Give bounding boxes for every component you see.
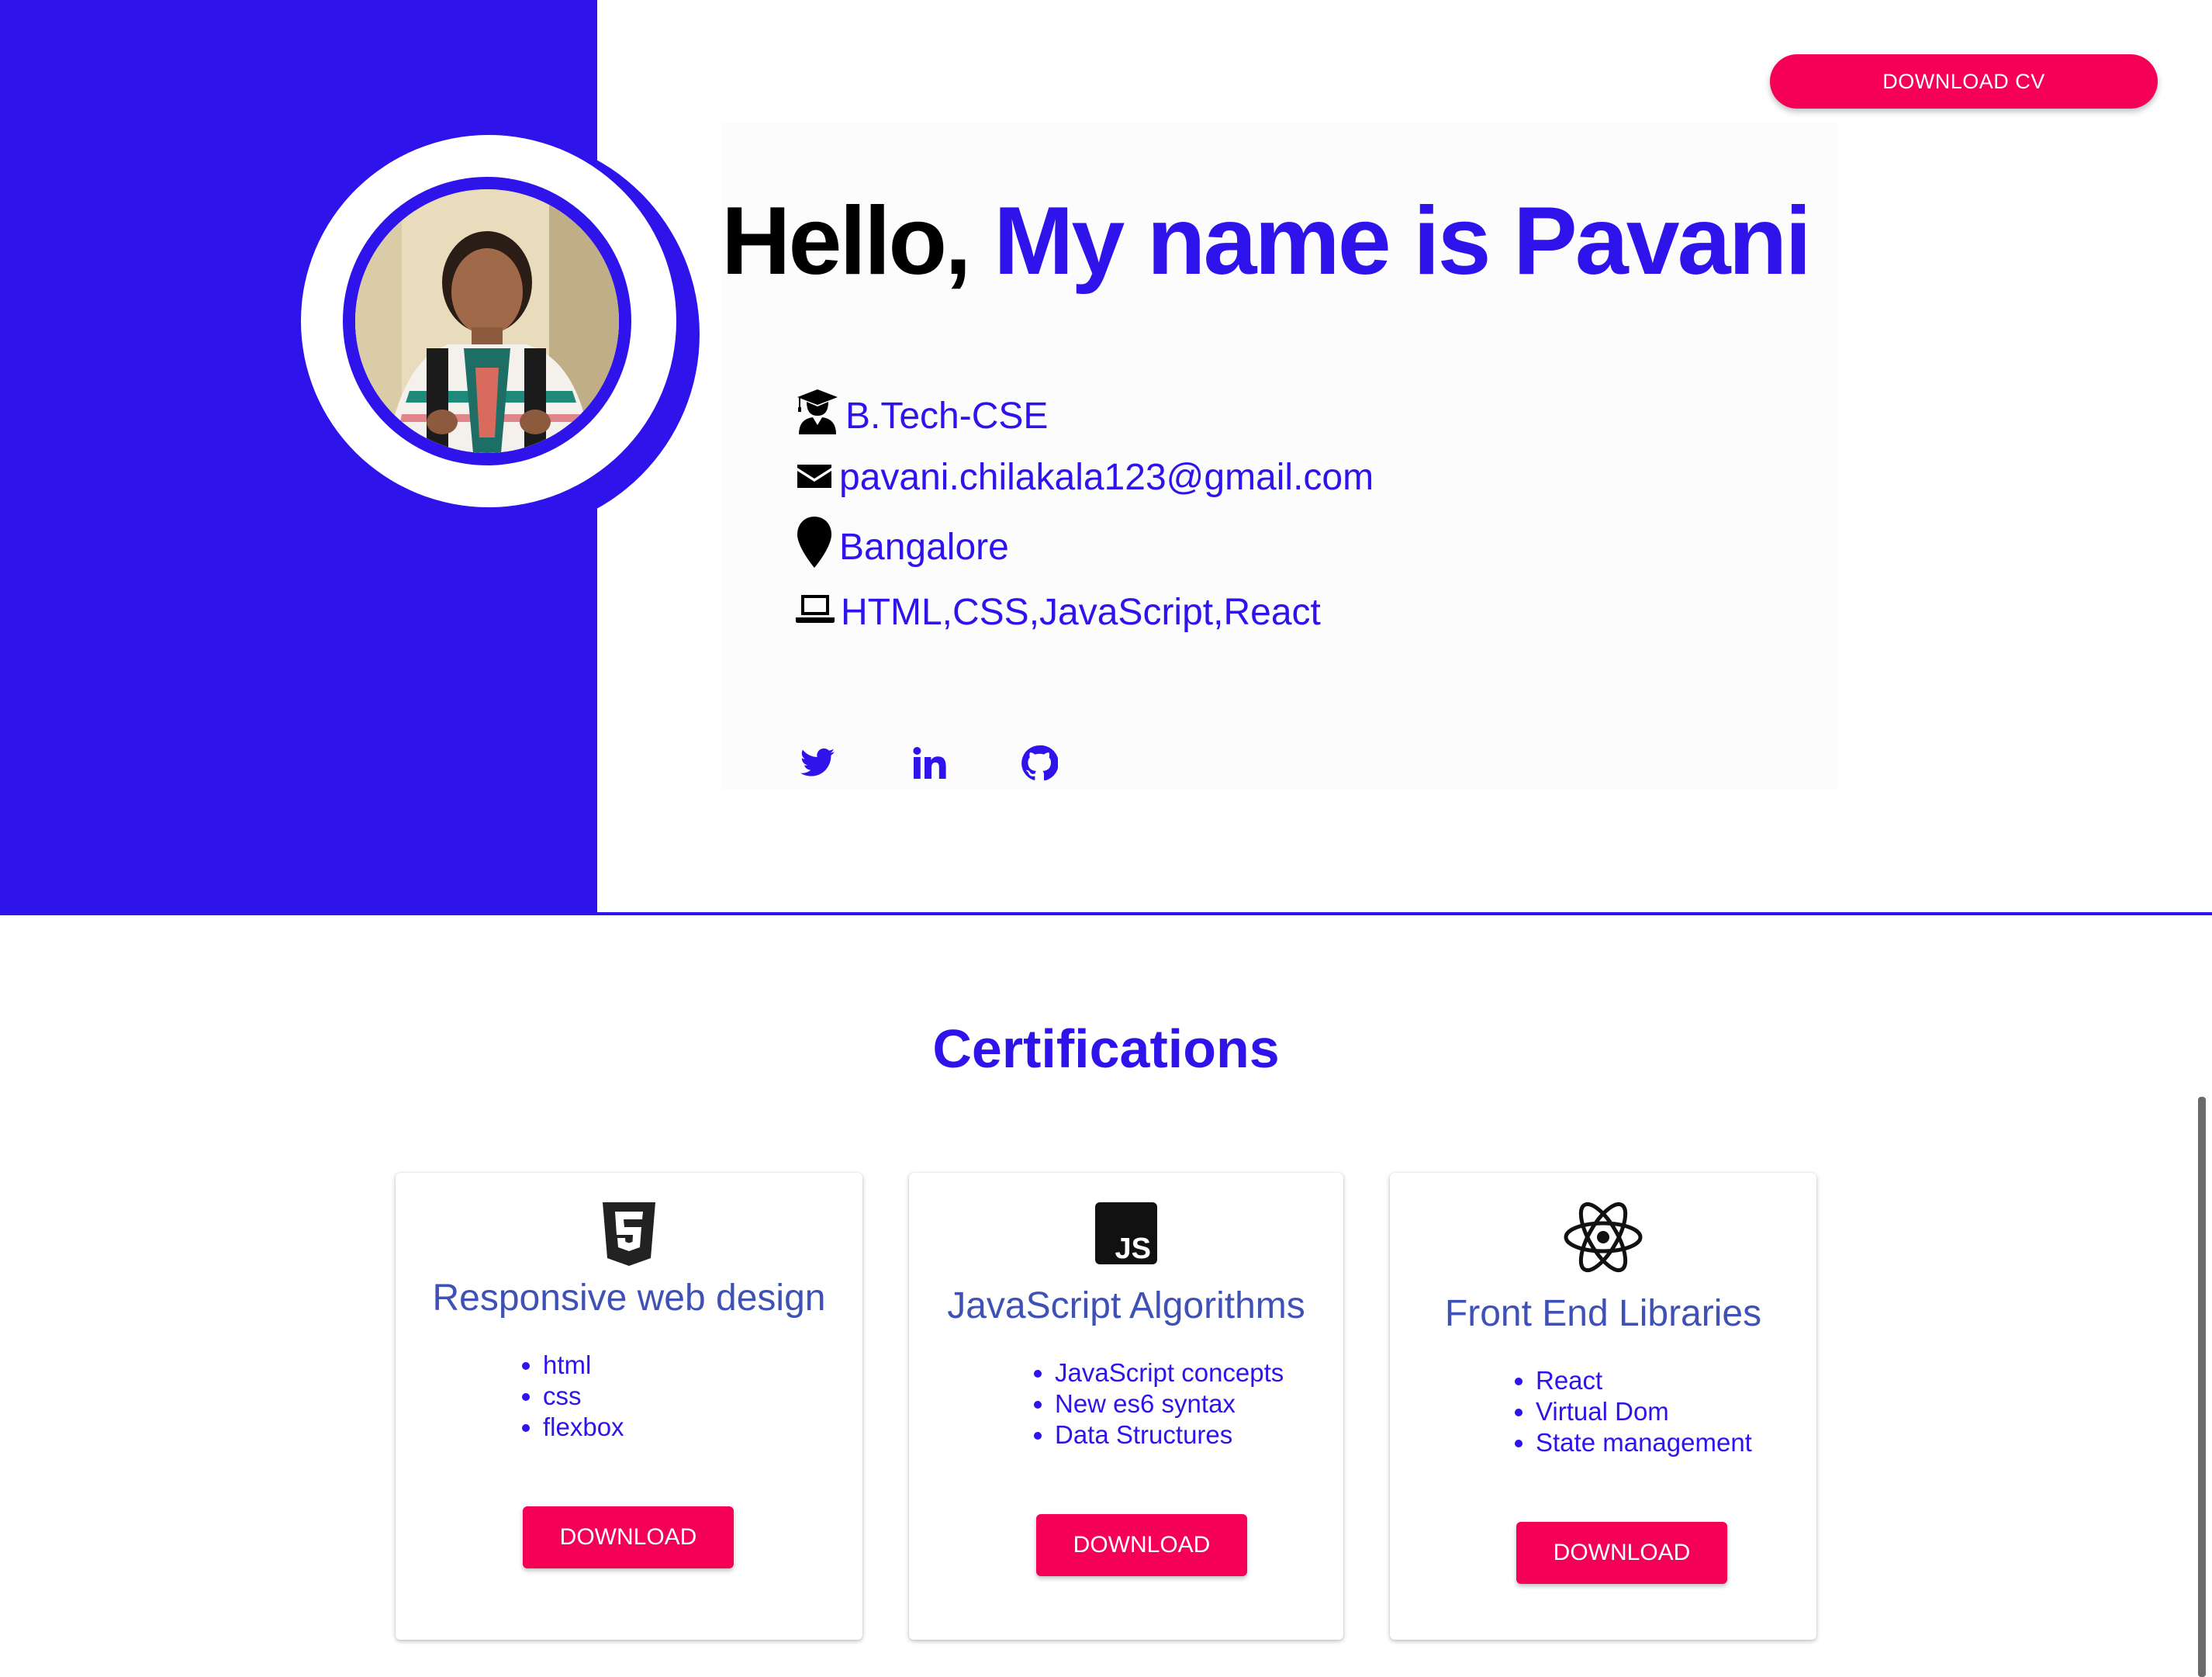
twitter-icon[interactable] <box>799 745 836 782</box>
list-item: JavaScript concepts <box>1055 1357 1284 1388</box>
html5-icon <box>601 1202 657 1270</box>
skills-text: HTML,CSS,JavaScript,React <box>841 592 1321 633</box>
list-item: Virtual Dom <box>1536 1396 1752 1427</box>
certification-name: Front End Libraries <box>1444 1293 1762 1334</box>
certification-card: JS JavaScript Algorithms JavaScript conc… <box>909 1173 1343 1640</box>
certification-card: Front End Libraries React Virtual Dom St… <box>1390 1173 1816 1640</box>
list-item: React <box>1536 1365 1752 1396</box>
certification-name: JavaScript Algorithms <box>947 1285 1305 1326</box>
download-cv-button[interactable]: DOWNLOAD CV <box>1770 54 2158 109</box>
location-text: Bangalore <box>839 526 1009 568</box>
skills-row: HTML,CSS,JavaScript,React <box>796 591 1321 634</box>
education-row: B.Tech-CSE <box>796 388 1048 444</box>
avatar-photo-icon <box>355 189 619 453</box>
list-item: State management <box>1536 1427 1752 1458</box>
graduate-icon <box>796 388 839 444</box>
download-button[interactable]: DOWNLOAD <box>523 1506 734 1568</box>
hello-prefix: Hello, <box>721 188 972 295</box>
page-title: Hello, My name is Pavani <box>721 186 1812 296</box>
certification-topics: html css flexbox <box>512 1350 624 1443</box>
list-item: flexbox <box>543 1412 624 1443</box>
download-button[interactable]: DOWNLOAD <box>1036 1514 1247 1576</box>
location-row: Bangalore <box>796 515 1009 579</box>
hello-name: My name is Pavani <box>994 188 1812 295</box>
linkedin-icon[interactable] <box>911 745 948 782</box>
react-icon <box>1563 1201 1643 1278</box>
email-row: pavani.chilakala123@gmail.com <box>796 456 1374 499</box>
laptop-icon <box>796 591 835 634</box>
avatar <box>355 189 619 453</box>
certification-topics: React Virtual Dom State management <box>1505 1365 1752 1458</box>
education-text: B.Tech-CSE <box>845 395 1049 437</box>
certifications-title: Certifications <box>932 1018 1280 1079</box>
map-pin-icon <box>796 515 833 579</box>
certification-card: Responsive web design html css flexbox D… <box>396 1173 862 1640</box>
email-text: pavani.chilakala123@gmail.com <box>839 457 1374 498</box>
envelope-icon <box>796 456 833 499</box>
certification-name: Responsive web design <box>432 1278 826 1319</box>
certification-topics: JavaScript concepts New es6 syntax Data … <box>1024 1357 1284 1451</box>
svg-text:JS: JS <box>1115 1233 1151 1264</box>
list-item: html <box>543 1350 624 1381</box>
hero-divider <box>597 912 2212 915</box>
list-item: Data Structures <box>1055 1419 1284 1451</box>
list-item: css <box>543 1381 624 1412</box>
github-icon[interactable] <box>1021 745 1059 782</box>
hero-section: DOWNLOAD CV Hello, My name is Pavani B.T… <box>0 0 2212 915</box>
list-item: New es6 syntax <box>1055 1388 1284 1419</box>
javascript-icon: JS <box>1095 1202 1157 1268</box>
page-scrollbar[interactable] <box>2198 1097 2206 1677</box>
download-button[interactable]: DOWNLOAD <box>1516 1522 1727 1584</box>
